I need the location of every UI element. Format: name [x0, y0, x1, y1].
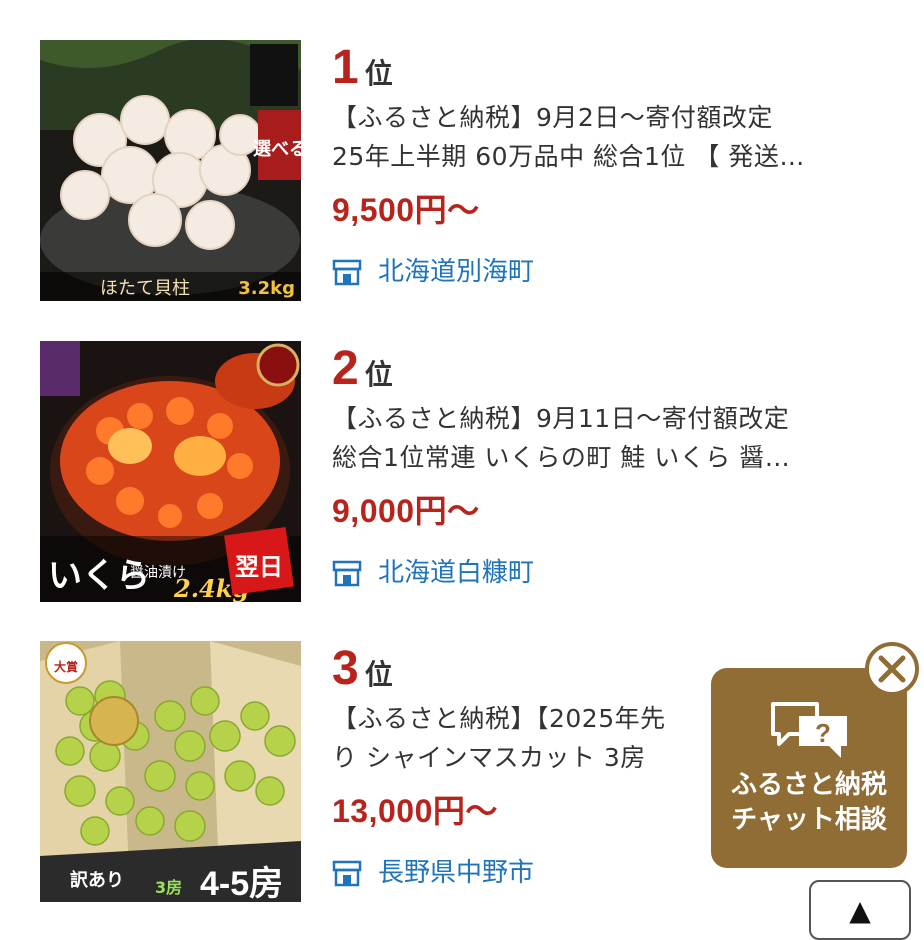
badge-text: 選べる — [253, 139, 301, 160]
count-small-label: 3房 — [155, 878, 182, 897]
scallops-image: 選べる ほたて貝柱 3.2kg — [40, 40, 301, 301]
chat-bubble-question-icon: ? — [771, 702, 847, 758]
municipality-name: 長野県中野市 — [378, 858, 535, 888]
scroll-top-button[interactable]: ▲ — [809, 880, 911, 940]
chat-consult-button[interactable]: ? ふるさと納税 チャット相談 — [711, 668, 907, 868]
wakeari-label: 訳あり — [70, 869, 124, 891]
municipality-building-icon — [332, 860, 362, 887]
product-price: 9,500円〜 — [332, 192, 480, 228]
up-arrow-icon: ▲ — [849, 894, 871, 927]
rank-label: 3位 — [332, 641, 393, 697]
grapes-image: 大賞 訳あり 3房 4-5房 — [40, 641, 301, 902]
rank-label: 2位 — [332, 341, 393, 397]
product-image-scallops[interactable]: 選べる ほたて貝柱 3.2kg — [40, 40, 301, 301]
product-price: 9,000円〜 — [332, 493, 480, 529]
rank-number: 3 — [332, 642, 359, 695]
chat-label: ふるさと納税 チャット相談 — [711, 768, 907, 838]
municipality-name: 北海道白糠町 — [378, 558, 535, 588]
ranking-item-1[interactable]: 選べる ほたて貝柱 3.2kg 1位 【ふるさと納税】9月2日〜寄付額改定 25… — [0, 40, 924, 302]
municipality-name: 北海道別海町 — [378, 257, 535, 287]
municipality-building-icon — [332, 259, 362, 286]
chat-label-line2: チャット相談 — [731, 805, 887, 835]
rank-label: 1位 — [332, 40, 393, 96]
chat-label-line1: ふるさと納税 — [730, 770, 887, 800]
product-image-grapes[interactable]: 大賞 訳あり 3房 4-5房 — [40, 641, 301, 902]
rank-number: 1 — [332, 41, 359, 94]
award-label: 大賞 — [54, 659, 78, 674]
svg-text:?: ? — [815, 718, 831, 748]
product-label: ほたて貝柱 — [100, 278, 190, 299]
rank-suffix: 位 — [364, 57, 393, 90]
rank-suffix: 位 — [364, 658, 393, 691]
product-title[interactable]: 【ふるさと納税】9月2日〜寄付額改定 25年上半期 60万品中 総合1位 【 発… — [332, 98, 892, 176]
close-circle-icon[interactable] — [864, 641, 920, 697]
rank-number: 2 — [332, 342, 359, 395]
ranking-item-2[interactable]: いくら 醤油漬け 2.4kg 翌日 2位 【ふるさと納税】9月11日〜寄付額改定… — [0, 341, 924, 603]
ikura-image: いくら 醤油漬け 2.4kg 翌日 — [40, 341, 301, 602]
rank-suffix: 位 — [364, 358, 393, 391]
count-big-label: 4-5房 — [200, 865, 283, 902]
product-image-ikura[interactable]: いくら 醤油漬け 2.4kg 翌日 — [40, 341, 301, 602]
municipality-building-icon — [332, 560, 362, 587]
ship-label: 翌日 — [235, 553, 283, 581]
product-price: 13,000円〜 — [332, 793, 498, 829]
weight-label: 3.2kg — [238, 278, 295, 299]
product-title[interactable]: 【ふるさと納税】9月11日〜寄付額改定 総合1位常連 いくらの町 鮭 いくら 醤… — [332, 399, 892, 477]
